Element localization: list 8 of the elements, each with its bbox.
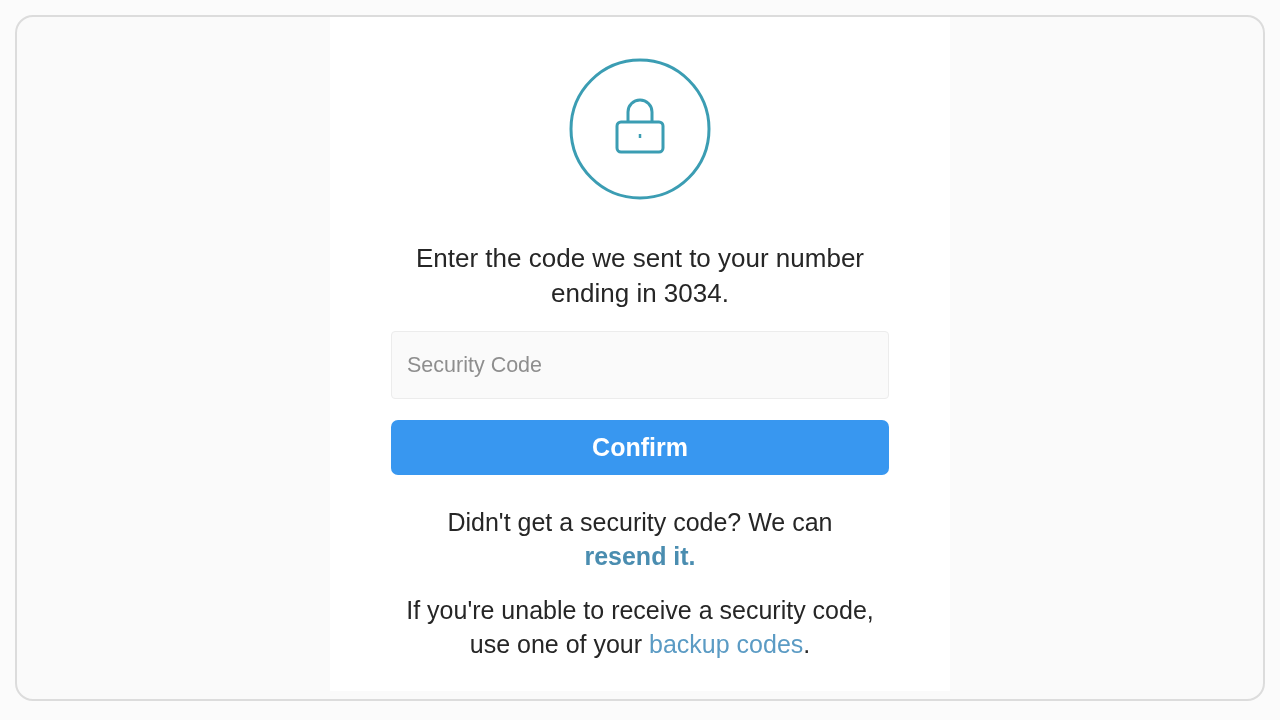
resend-note: Didn't get a security code? We can resend it. bbox=[446, 507, 834, 572]
instruction-text: Enter the code we sent to your number ending in 3034. bbox=[415, 242, 865, 310]
confirm-button[interactable]: Confirm bbox=[391, 420, 889, 475]
resend-link[interactable]: resend it. bbox=[584, 542, 696, 570]
backup-codes-link[interactable]: backup codes bbox=[649, 630, 804, 658]
backup-note: If you're unable to receive a security code, use one of your backup codes. bbox=[405, 595, 875, 660]
security-code-field[interactable]: Security Code bbox=[391, 331, 889, 399]
lock-icon bbox=[568, 57, 712, 201]
